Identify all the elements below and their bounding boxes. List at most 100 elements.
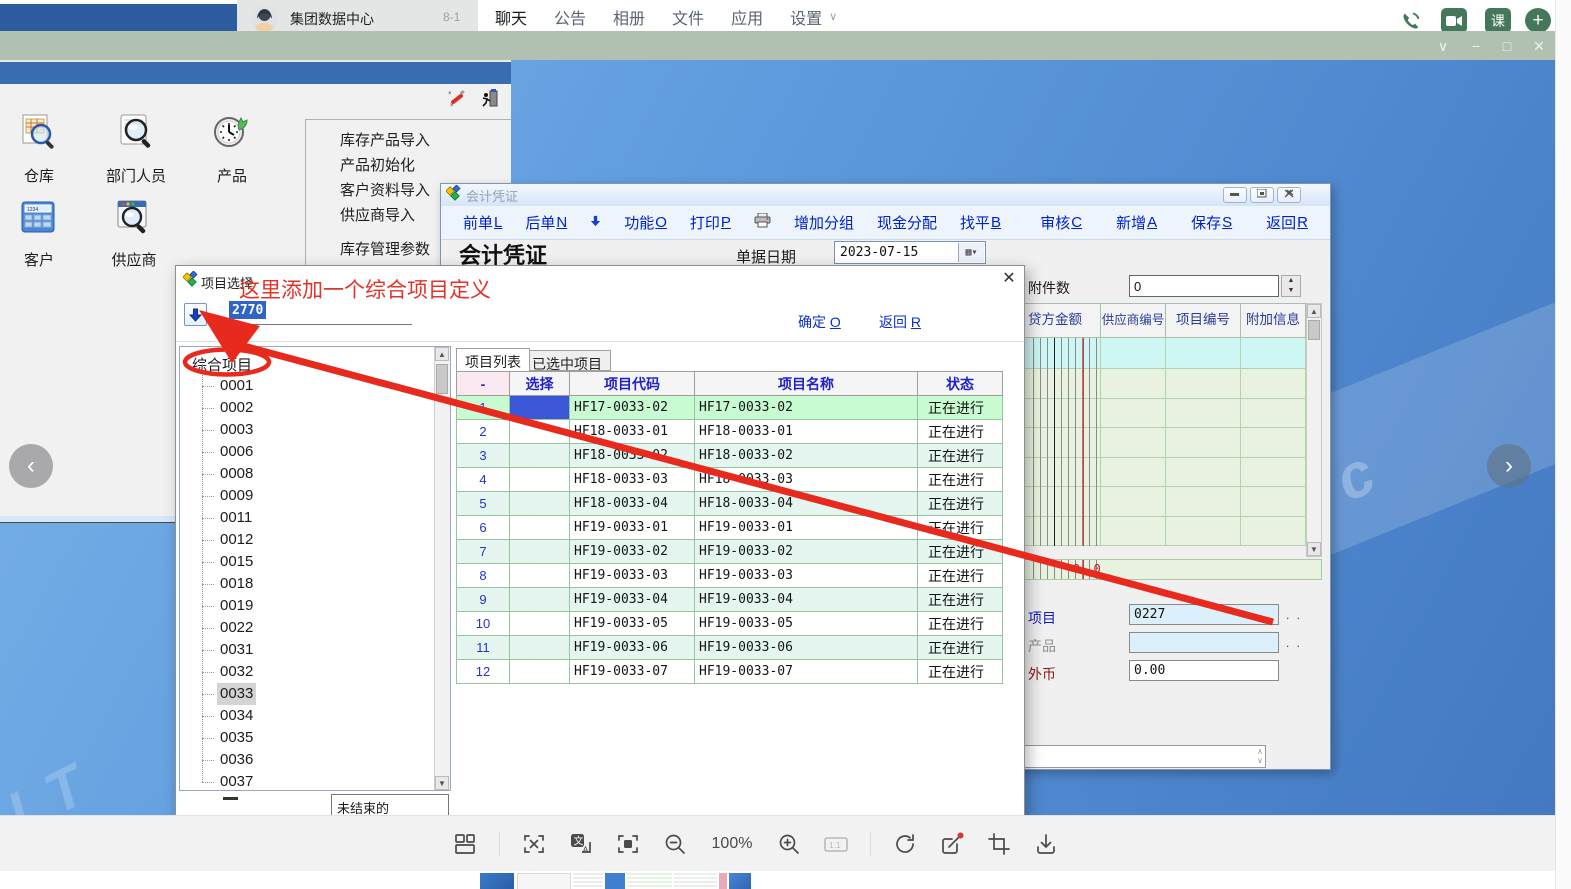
gallery-icon[interactable] — [452, 831, 478, 857]
project-name-cell[interactable]: HF19-0033-01 — [695, 516, 918, 540]
tree-item[interactable]: 0018 — [180, 573, 430, 595]
zoom-out-icon[interactable] — [662, 831, 688, 857]
project-code-cell[interactable]: HF19-0033-05 — [570, 612, 695, 636]
restore-icon[interactable] — [1250, 187, 1274, 203]
voucher-toolbar-button[interactable]: 功能O — [624, 212, 667, 233]
shortcut-product[interactable]: 产品 — [194, 112, 270, 186]
voucher-grid-cell[interactable] — [1166, 338, 1241, 368]
status-cell[interactable]: 正在进行 — [918, 444, 1003, 468]
project-name-cell[interactable]: HF19-0033-02 — [695, 540, 918, 564]
project-code-cell[interactable]: HF19-0033-06 — [570, 636, 695, 660]
status-cell[interactable]: 正在进行 — [918, 564, 1003, 588]
maximize-icon[interactable]: □ — [1496, 36, 1518, 56]
select-cell[interactable] — [510, 540, 570, 564]
select-cell[interactable] — [510, 468, 570, 492]
tree-item[interactable]: 0002 — [180, 397, 430, 419]
voucher-grid-cell[interactable] — [1101, 428, 1166, 457]
remark-input[interactable]: ∧∨ — [1022, 745, 1266, 768]
column-header[interactable]: 项目代码 — [570, 372, 695, 396]
tree-item[interactable]: 0036 — [180, 749, 430, 771]
table-row[interactable]: 9HF19-0033-04HF19-0033-04正在进行 — [457, 588, 1003, 612]
select-cell[interactable] — [510, 612, 570, 636]
voucher-grid-cell[interactable] — [1166, 458, 1241, 487]
row-number-cell[interactable]: 5 — [457, 492, 510, 516]
status-cell[interactable]: 正在进行 — [918, 492, 1003, 516]
calendar-icon[interactable]: ▦▾ — [958, 243, 984, 262]
voucher-grid-cell[interactable] — [1241, 487, 1306, 516]
tree-item[interactable]: 0019 — [180, 595, 430, 617]
voucher-grid-cell[interactable] — [1101, 399, 1166, 428]
voucher-toolbar-button[interactable]: 增加分组 — [794, 212, 854, 233]
select-cell[interactable] — [510, 564, 570, 588]
row-number-cell[interactable]: 2 — [457, 420, 510, 444]
erp-menu-item[interactable]: 客户资料导入 — [340, 178, 430, 203]
project-code-cell[interactable]: HF18-0033-04 — [570, 492, 695, 516]
project-code-cell[interactable]: HF18-0033-02 — [570, 444, 695, 468]
row-number-cell[interactable]: 7 — [457, 540, 510, 564]
rotate-icon[interactable] — [892, 831, 918, 857]
download-icon[interactable] — [1033, 831, 1059, 857]
chat-tab[interactable]: 应用 — [731, 5, 763, 29]
table-row[interactable]: 2HF18-0033-01HF18-0033-01正在进行 — [457, 420, 1003, 444]
select-cell[interactable] — [510, 396, 570, 420]
tree-item[interactable]: 0033 — [180, 683, 430, 705]
product-field-input[interactable] — [1129, 632, 1279, 653]
project-code-cell[interactable]: HF19-0033-02 — [570, 540, 695, 564]
voucher-grid-cell[interactable] — [1101, 517, 1166, 546]
erp-menu-item[interactable]: 供应商导入 — [340, 203, 430, 228]
project-more-button[interactable]: . . — [1286, 608, 1302, 622]
tree-item[interactable]: 0037 — [180, 771, 430, 791]
row-number-cell[interactable]: 3 — [457, 444, 510, 468]
project-code-cell[interactable]: HF19-0033-07 — [570, 660, 695, 684]
foreign-currency-input[interactable]: 0.00 — [1129, 660, 1279, 681]
minimize-icon[interactable] — [1223, 187, 1247, 203]
exit-icon[interactable] — [479, 88, 499, 113]
crop-icon[interactable] — [986, 831, 1012, 857]
shortcut-warehouse[interactable]: 仓库 — [1, 112, 77, 186]
voucher-grid-cell[interactable] — [1241, 399, 1306, 428]
tab-project-list[interactable]: 项目列表 — [456, 348, 530, 371]
attachment-spinner[interactable]: ▲▼ — [1281, 275, 1301, 297]
project-name-cell[interactable]: HF18-0033-01 — [695, 420, 918, 444]
project-name-cell[interactable]: HF17-0033-02 — [695, 396, 918, 420]
table-row[interactable]: 11HF19-0033-06HF19-0033-06正在进行 — [457, 636, 1003, 660]
project-name-cell[interactable]: HF18-0033-02 — [695, 444, 918, 468]
table-row[interactable]: 1HF17-0033-02HF17-0033-02正在进行 — [457, 396, 1003, 420]
voucher-toolbar-button[interactable]: 保存S — [1191, 212, 1232, 233]
status-cell[interactable]: 正在进行 — [918, 660, 1003, 684]
row-number-cell[interactable]: 4 — [457, 468, 510, 492]
tree-item[interactable]: 0035 — [180, 727, 430, 749]
chat-tab[interactable]: 设置 — [790, 5, 822, 29]
image-thumbnail[interactable] — [605, 873, 625, 889]
status-cell[interactable]: 正在进行 — [918, 636, 1003, 660]
column-header[interactable]: 选择 — [510, 372, 570, 396]
shortcut-supplier[interactable]: 供应商 — [96, 198, 172, 270]
column-header[interactable]: - — [457, 372, 510, 396]
tree-item[interactable]: 0001 — [180, 375, 430, 397]
status-cell[interactable]: 正在进行 — [918, 396, 1003, 420]
status-cell[interactable]: 正在进行 — [918, 588, 1003, 612]
previous-image-button[interactable]: ‹ — [9, 444, 53, 488]
minimize-icon[interactable]: − — [1465, 36, 1487, 56]
voucher-grid-cell[interactable] — [1241, 517, 1306, 546]
select-cell[interactable] — [510, 660, 570, 684]
voucher-toolbar-button[interactable]: 审核C — [1040, 212, 1082, 233]
search-input[interactable]: 2770 — [229, 301, 266, 319]
row-number-cell[interactable]: 10 — [457, 612, 510, 636]
row-number-cell[interactable]: 11 — [457, 636, 510, 660]
project-name-cell[interactable]: HF19-0033-05 — [695, 612, 918, 636]
tree-item[interactable]: 0012 — [180, 529, 430, 551]
image-thumbnail[interactable] — [627, 873, 672, 889]
tree-item[interactable]: 0015 — [180, 551, 430, 573]
project-name-cell[interactable]: HF18-0033-04 — [695, 492, 918, 516]
row-number-cell[interactable]: 1 — [457, 396, 510, 420]
tree-item[interactable]: 0006 — [180, 441, 430, 463]
row-number-cell[interactable]: 12 — [457, 660, 510, 684]
tree-item[interactable]: 0011 — [180, 507, 430, 529]
tree-item[interactable]: 0034 — [180, 705, 430, 727]
project-code-cell[interactable]: HF19-0033-01 — [570, 516, 695, 540]
fit-screen-icon[interactable] — [615, 831, 641, 857]
collapse-icon[interactable]: ∨ — [1432, 36, 1454, 56]
voucher-grid-cell[interactable] — [1241, 458, 1306, 487]
table-row[interactable]: 10HF19-0033-05HF19-0033-05正在进行 — [457, 612, 1003, 636]
